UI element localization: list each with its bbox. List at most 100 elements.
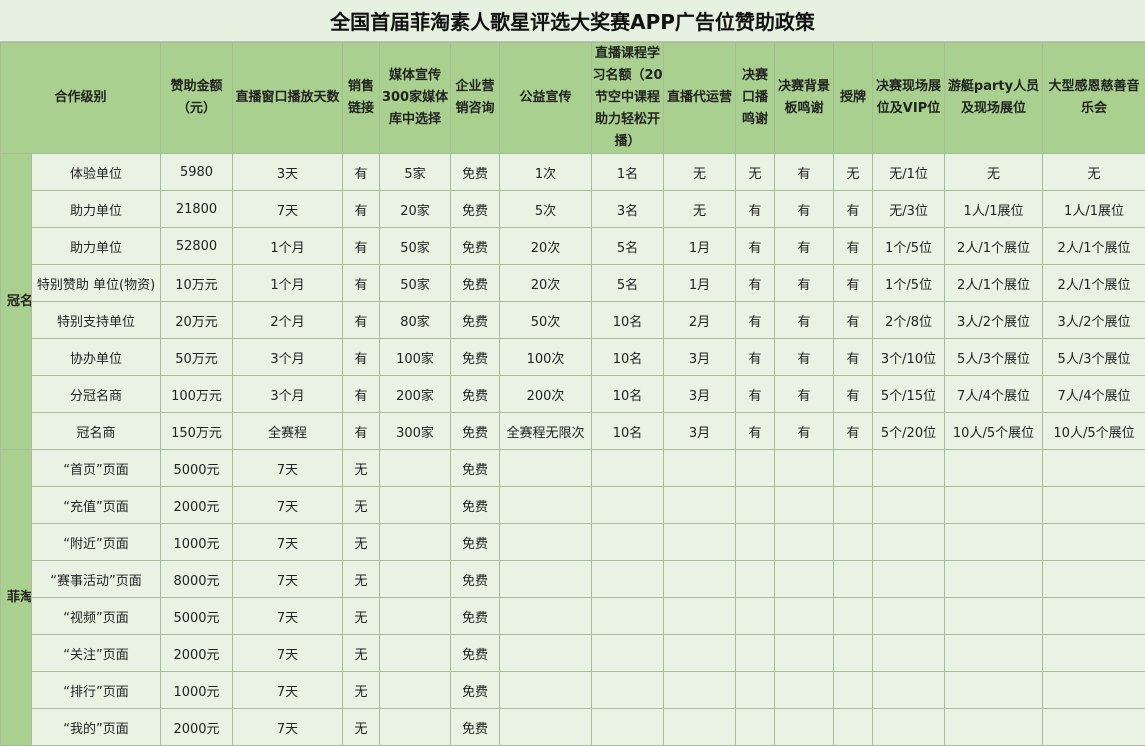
table-cell: 无 bbox=[834, 154, 873, 191]
table-cell: 1000元 bbox=[161, 672, 233, 709]
table-cell: 2人/1个展位 bbox=[945, 228, 1043, 265]
table-cell: 3月 bbox=[664, 339, 736, 376]
table-cell: 无 bbox=[1043, 154, 1145, 191]
table-cell: 免费 bbox=[451, 228, 500, 265]
header-cell: 企业营销咨询 bbox=[451, 43, 500, 154]
empty-cell bbox=[500, 672, 592, 709]
table-cell: 200家 bbox=[380, 376, 451, 413]
table-row: 助力单位528001个月有50家免费20次5名1月有有有1个/5位2人/1个展位… bbox=[1, 228, 1145, 265]
table-cell: 5家 bbox=[380, 154, 451, 191]
empty-cell bbox=[664, 561, 736, 598]
empty-cell bbox=[873, 450, 945, 487]
empty-cell bbox=[1043, 709, 1145, 746]
table-cell: 无/3位 bbox=[873, 191, 945, 228]
table-cell: 有 bbox=[834, 265, 873, 302]
table-cell: 1人/1展位 bbox=[1043, 191, 1145, 228]
empty-cell bbox=[834, 635, 873, 672]
level-cell: “赛事活动”页面 bbox=[32, 561, 161, 598]
empty-cell bbox=[1043, 487, 1145, 524]
table-cell: 无 bbox=[664, 154, 736, 191]
table-cell: 7天 bbox=[233, 524, 343, 561]
empty-cell bbox=[873, 635, 945, 672]
table-cell: 有 bbox=[775, 154, 834, 191]
table-cell: 无 bbox=[343, 598, 380, 635]
table-cell: 免费 bbox=[451, 191, 500, 228]
table-cell: 5名 bbox=[592, 228, 664, 265]
empty-cell bbox=[834, 524, 873, 561]
empty-cell bbox=[834, 598, 873, 635]
table-cell: 100家 bbox=[380, 339, 451, 376]
header-cell: 授牌 bbox=[834, 43, 873, 154]
empty-cell bbox=[664, 598, 736, 635]
table-cell: 全赛程 bbox=[233, 413, 343, 450]
sponsorship-table: 合作级别 赞助金额（元） 直播窗口播放天数 销售链接 媒体宣传300家媒体库中选… bbox=[0, 42, 1145, 746]
empty-cell bbox=[834, 561, 873, 598]
level-cell: 助力单位 bbox=[32, 228, 161, 265]
table-cell: 5980 bbox=[161, 154, 233, 191]
level-cell: 协办单位 bbox=[32, 339, 161, 376]
table-cell: 免费 bbox=[451, 635, 500, 672]
table-cell: 10人/5个展位 bbox=[945, 413, 1043, 450]
table-cell: 有 bbox=[343, 265, 380, 302]
table-cell bbox=[380, 598, 451, 635]
table-cell: 1次 bbox=[500, 154, 592, 191]
table-cell: 免费 bbox=[451, 487, 500, 524]
empty-cell bbox=[500, 598, 592, 635]
table-cell: 3个月 bbox=[233, 376, 343, 413]
table-cell: 有 bbox=[343, 302, 380, 339]
table-cell: 7天 bbox=[233, 672, 343, 709]
empty-cell bbox=[945, 487, 1043, 524]
table-cell: 7人/4个展位 bbox=[945, 376, 1043, 413]
table-cell: 全赛程无限次 bbox=[500, 413, 592, 450]
table-cell: 20万元 bbox=[161, 302, 233, 339]
table-cell: 50次 bbox=[500, 302, 592, 339]
table-cell: 免费 bbox=[451, 376, 500, 413]
table-cell: 7人/4个展位 bbox=[1043, 376, 1145, 413]
empty-cell bbox=[1043, 524, 1145, 561]
table-row: 助力单位218007天有20家免费5次3名无有有有无/3位1人/1展位1人/1展… bbox=[1, 191, 1145, 228]
empty-cell bbox=[834, 709, 873, 746]
table-cell: 有 bbox=[736, 228, 775, 265]
table-cell: 有 bbox=[736, 413, 775, 450]
table-cell bbox=[380, 561, 451, 598]
level-cell: 体验单位 bbox=[32, 154, 161, 191]
empty-cell bbox=[945, 709, 1043, 746]
table-cell: 100次 bbox=[500, 339, 592, 376]
empty-cell bbox=[736, 487, 775, 524]
header-cell: 赞助金额（元） bbox=[161, 43, 233, 154]
table-cell: 50万元 bbox=[161, 339, 233, 376]
table-cell bbox=[380, 487, 451, 524]
table-cell: 2人/1个展位 bbox=[1043, 228, 1145, 265]
header-row: 合作级别 赞助金额（元） 直播窗口播放天数 销售链接 媒体宣传300家媒体库中选… bbox=[1, 43, 1145, 154]
table-cell: 有 bbox=[775, 376, 834, 413]
table-cell: 免费 bbox=[451, 672, 500, 709]
table-row: “赛事活动”页面8000元7天无免费 bbox=[1, 561, 1145, 598]
table-cell: 有 bbox=[775, 228, 834, 265]
table-cell: 2月 bbox=[664, 302, 736, 339]
empty-cell bbox=[873, 709, 945, 746]
table-cell: 有 bbox=[834, 191, 873, 228]
empty-cell bbox=[945, 672, 1043, 709]
empty-cell bbox=[775, 524, 834, 561]
table-cell: 3个月 bbox=[233, 339, 343, 376]
table-cell: 7天 bbox=[233, 635, 343, 672]
table-cell: 21800 bbox=[161, 191, 233, 228]
empty-cell bbox=[945, 598, 1043, 635]
empty-cell bbox=[664, 709, 736, 746]
header-cell: 媒体宣传300家媒体库中选择 bbox=[380, 43, 451, 154]
empty-cell bbox=[1043, 635, 1145, 672]
table-cell: 无 bbox=[343, 561, 380, 598]
table-row: 特别支持单位20万元2个月有80家免费50次10名2月有有有2个/8位3人/2个… bbox=[1, 302, 1145, 339]
empty-cell bbox=[736, 709, 775, 746]
table-cell: 5000元 bbox=[161, 450, 233, 487]
empty-cell bbox=[1043, 672, 1145, 709]
empty-cell bbox=[1043, 450, 1145, 487]
table-cell: 2000元 bbox=[161, 487, 233, 524]
table-cell: 免费 bbox=[451, 450, 500, 487]
empty-cell bbox=[873, 524, 945, 561]
table-cell: 有 bbox=[834, 302, 873, 339]
empty-cell bbox=[736, 524, 775, 561]
table-cell: 5次 bbox=[500, 191, 592, 228]
table-cell: 无 bbox=[343, 450, 380, 487]
table-cell: 无 bbox=[343, 524, 380, 561]
